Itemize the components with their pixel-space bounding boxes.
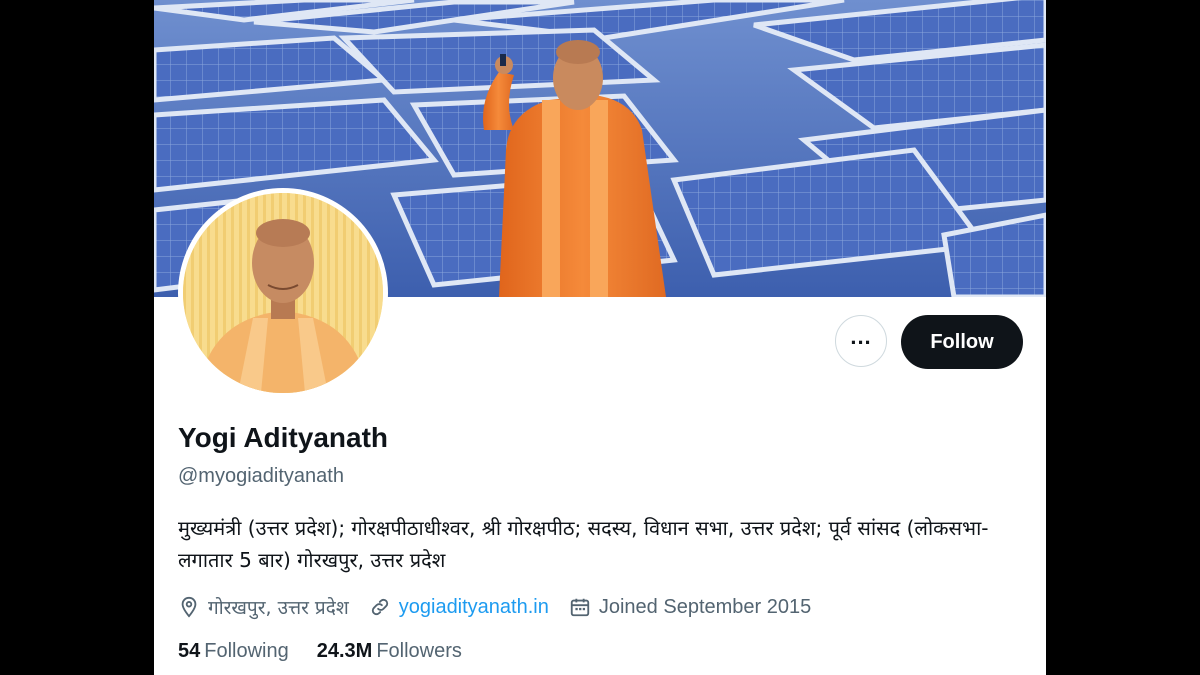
more-horizontal-icon: ... <box>850 324 872 349</box>
followers-label: Followers <box>376 640 462 662</box>
more-options-button[interactable]: ... <box>835 315 887 367</box>
avatar-photo <box>183 193 383 393</box>
followers-count: 24.3M <box>316 640 373 662</box>
location-pin-icon <box>181 596 197 618</box>
profile-page: ... Follow Yogi Adityanath @myogiadityan… <box>154 0 1046 675</box>
calendar-icon <box>570 598 590 617</box>
website-link[interactable]: yogiadityanath.in <box>399 596 549 619</box>
website-item: yogiadityanath.in <box>369 596 549 619</box>
follow-button[interactable]: Follow <box>901 315 1023 369</box>
profile-bio: मुख्यमंत्री (उत्तर प्रदेश); गोरक्षपीठाधी… <box>178 516 989 572</box>
profile-handle: @myogiadityanath <box>178 465 344 487</box>
joined-item: Joined September 2015 <box>569 596 811 619</box>
location-text: गोरखपुर, उत्तर प्रदेश <box>208 597 349 619</box>
profile-stats: 54 Following 24.3M Followers <box>178 640 490 663</box>
joined-text: Joined September 2015 <box>598 595 812 618</box>
profile-name: Yogi Adityanath <box>178 422 388 453</box>
following-count: 54 <box>178 640 201 662</box>
following-label: Following <box>204 640 289 662</box>
followers-stat[interactable]: 24.3M Followers <box>317 640 462 663</box>
following-stat[interactable]: 54 Following <box>178 640 289 663</box>
avatar <box>183 193 383 393</box>
location-item: गोरखपुर, उत्तर प्रदेश <box>178 594 349 620</box>
link-icon <box>371 598 388 616</box>
avatar-frame[interactable] <box>178 188 388 398</box>
profile-meta: गोरखपुर, उत्तर प्रदेश yogiadityanath.in … <box>178 592 831 622</box>
